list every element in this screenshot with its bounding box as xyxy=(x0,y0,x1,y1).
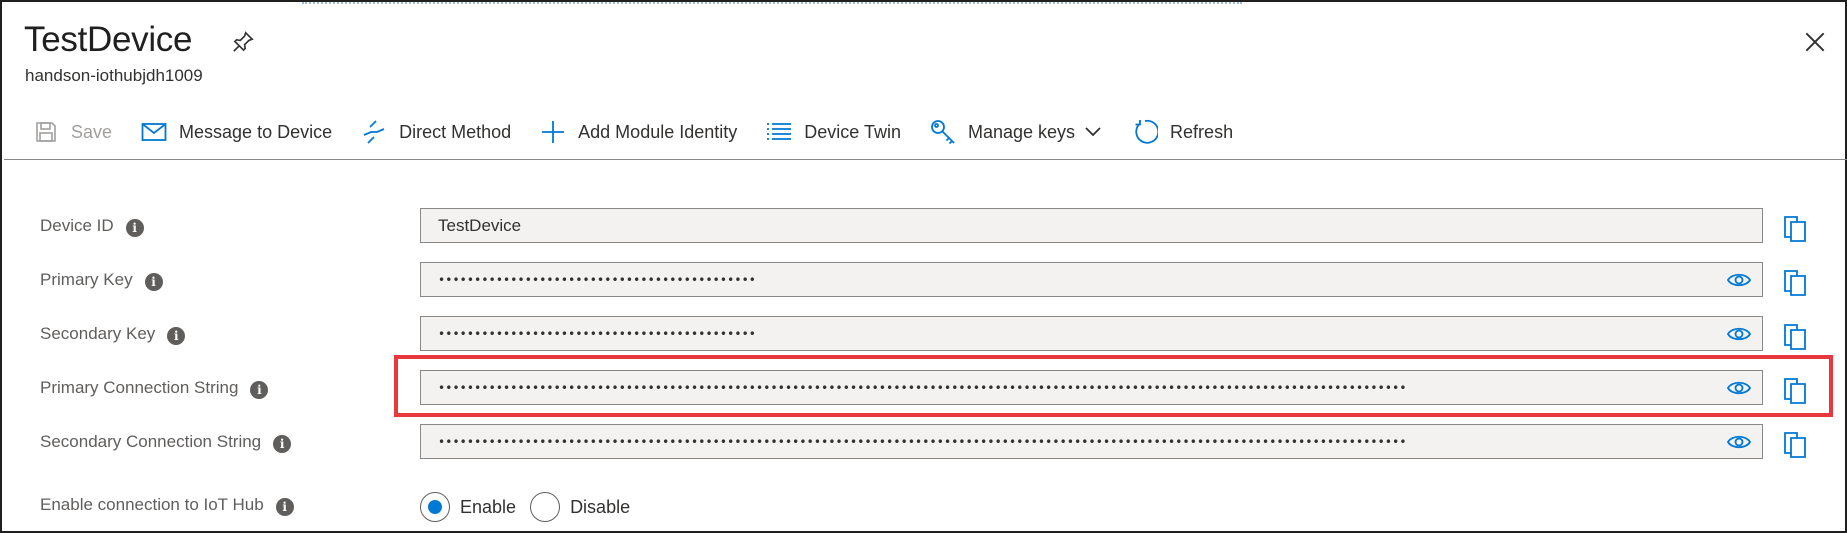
secondary-connection-string-row: Secondary Connection String i ••••••••••… xyxy=(40,424,1840,460)
show-value-eye-icon[interactable] xyxy=(1727,324,1751,344)
device-id-label: Device ID i xyxy=(40,208,144,244)
message-to-device-button[interactable]: Message to Device xyxy=(140,114,332,150)
secondary-key-value: ••••••••••••••••••••••••••••••••••••••••… xyxy=(438,326,757,341)
primary-key-row: Primary Key i ••••••••••••••••••••••••••… xyxy=(40,262,1840,298)
add-module-identity-label: Add Module Identity xyxy=(578,121,738,142)
device-id-label-text: Device ID xyxy=(40,216,114,235)
secondary-key-row: Secondary Key i ••••••••••••••••••••••••… xyxy=(40,316,1840,352)
list-icon xyxy=(765,118,793,146)
disable-radio[interactable] xyxy=(530,492,561,522)
device-id-value: TestDevice xyxy=(438,215,522,235)
info-icon[interactable]: i xyxy=(275,498,294,516)
refresh-button[interactable]: Refresh xyxy=(1131,114,1233,150)
secondary-key-label: Secondary Key i xyxy=(40,316,186,352)
add-module-identity-button[interactable]: Add Module Identity xyxy=(539,114,737,150)
show-value-eye-icon[interactable] xyxy=(1727,432,1751,452)
pin-icon[interactable] xyxy=(230,29,256,55)
info-icon[interactable]: i xyxy=(144,273,163,291)
enable-connection-label-text: Enable connection to IoT Hub xyxy=(40,495,264,514)
device-twin-label: Device Twin xyxy=(804,121,901,142)
refresh-icon xyxy=(1131,118,1159,146)
breadcrumb-link-remnant xyxy=(302,2,1242,5)
save-label: Save xyxy=(71,121,113,142)
refresh-label: Refresh xyxy=(1170,121,1234,142)
info-icon[interactable]: i xyxy=(125,219,144,237)
save-icon xyxy=(32,118,60,146)
enable-connection-label: Enable connection to IoT Hub i xyxy=(40,487,294,523)
primary-key-value: ••••••••••••••••••••••••••••••••••••••••… xyxy=(438,272,757,287)
radio-selected-dot xyxy=(428,500,442,514)
device-id-field[interactable]: TestDevice xyxy=(420,208,1763,243)
copy-icon[interactable] xyxy=(1782,322,1808,350)
secondary-connection-string-field[interactable]: ••••••••••••••••••••••••••••••••••••••••… xyxy=(420,424,1763,459)
highlight-box xyxy=(394,355,1833,417)
device-id-row: Device ID i TestDevice xyxy=(40,208,1840,244)
copy-icon[interactable] xyxy=(1782,430,1808,458)
manage-keys-button[interactable]: Manage keys xyxy=(929,114,1103,150)
device-twin-button[interactable]: Device Twin xyxy=(765,114,901,150)
toolbar-divider xyxy=(4,159,1847,160)
enable-connection-radio-group: Enable Disable xyxy=(420,489,644,525)
command-bar: Save Message to Device Direct Method Add… xyxy=(32,114,1261,150)
secondary-key-label-text: Secondary Key xyxy=(40,324,156,343)
copy-icon[interactable] xyxy=(1782,214,1808,242)
info-icon[interactable]: i xyxy=(167,327,186,345)
direct-method-button[interactable]: Direct Method xyxy=(360,114,511,150)
secondary-connection-string-label-text: Secondary Connection String xyxy=(40,432,262,451)
secondary-connection-string-value: ••••••••••••••••••••••••••••••••••••••••… xyxy=(438,434,1407,449)
show-value-eye-icon[interactable] xyxy=(1727,270,1751,290)
message-to-device-label: Message to Device xyxy=(179,121,333,142)
info-icon[interactable]: i xyxy=(273,435,292,453)
primary-key-label-text: Primary Key xyxy=(40,270,133,289)
enable-radio[interactable] xyxy=(420,492,450,522)
disable-radio-label[interactable]: Disable xyxy=(570,497,630,518)
primary-connection-string-label-text: Primary Connection String xyxy=(40,378,239,397)
save-button[interactable]: Save xyxy=(32,114,112,150)
enable-connection-row: Enable connection to IoT Hub i Enable Di… xyxy=(40,492,1840,528)
direct-method-label: Direct Method xyxy=(399,121,512,142)
device-details-blade: TestDevice handson-iothubjdh1009 Save Me… xyxy=(0,0,1847,533)
page-title: TestDevice xyxy=(24,20,193,59)
chevron-down-icon xyxy=(1085,127,1101,137)
close-icon[interactable] xyxy=(1802,29,1828,55)
plus-icon xyxy=(539,118,567,146)
copy-icon[interactable] xyxy=(1782,268,1808,296)
key-icon xyxy=(929,118,957,146)
info-icon[interactable]: i xyxy=(250,381,269,399)
mail-icon xyxy=(140,118,168,146)
primary-key-label: Primary Key i xyxy=(40,262,163,298)
primary-key-field[interactable]: ••••••••••••••••••••••••••••••••••••••••… xyxy=(420,262,1763,297)
enable-radio-label[interactable]: Enable xyxy=(460,497,516,518)
direct-method-icon xyxy=(360,118,388,146)
iot-hub-name: handson-iothubjdh1009 xyxy=(25,66,203,85)
secondary-connection-string-label: Secondary Connection String i xyxy=(40,424,292,460)
manage-keys-label: Manage keys xyxy=(967,121,1076,142)
primary-connection-string-label: Primary Connection String i xyxy=(40,370,269,406)
secondary-key-field[interactable]: ••••••••••••••••••••••••••••••••••••••••… xyxy=(420,316,1763,351)
